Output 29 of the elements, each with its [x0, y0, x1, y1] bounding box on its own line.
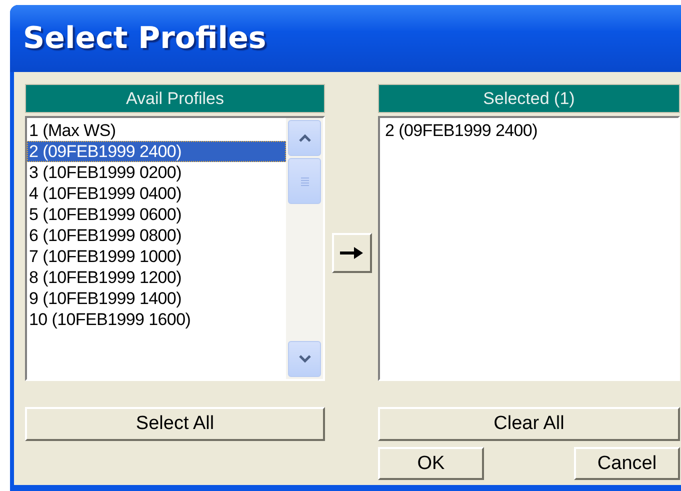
ok-button[interactable]: OK [378, 447, 484, 480]
list-item[interactable]: 6 (10FEB1999 0800) [27, 225, 286, 246]
scroll-up-button[interactable] [288, 120, 321, 156]
list-item[interactable]: 2 (09FEB1999 2400) [27, 141, 286, 162]
list-item[interactable]: 5 (10FEB1999 0600) [27, 204, 286, 225]
list-item[interactable]: 4 (10FEB1999 0400) [27, 183, 286, 204]
profile-list[interactable]: 1 (Max WS) 2 (09FEB1999 2400) 3 (10FEB1999 0200) 4 (10FEB1999 0400) 5 (10FEB1999 0600) 6 (10FEB1999 0800) 7 (10FEB1999 1000) 8 (10FEB1999 1200) 9 (10FEB1999 1400) 10 (10FEB1999 1600) [25, 116, 325, 381]
scroll-down-button[interactable] [288, 341, 321, 377]
window-title: Select Profiles [23, 21, 266, 56]
list-item[interactable]: 2 (09FEB1999 2400) [380, 120, 678, 141]
selected-list[interactable]: 2 (09FEB1999 2400) [378, 116, 680, 381]
clear-all-button[interactable]: Clear All [378, 407, 680, 441]
list-item[interactable]: 10 (10FEB1999 1600) [27, 309, 286, 330]
scrollbar[interactable] [286, 118, 323, 379]
list-header: Selected (1) [378, 84, 680, 113]
up-caret-icon [298, 134, 310, 142]
list-item[interactable]: 9 (10FEB1999 1400) [27, 288, 286, 309]
list-item[interactable]: 7 (10FEB1999 1000) [27, 246, 286, 267]
select-all-button[interactable]: Select All [25, 407, 325, 441]
right-arrow-icon [338, 246, 364, 260]
list-item[interactable]: 1 (Max WS) [27, 120, 286, 141]
grip-icon [300, 176, 310, 186]
list-header: Avail Profiles [25, 84, 325, 113]
scroll-thumb[interactable] [288, 158, 321, 204]
list-item[interactable]: 3 (10FEB1999 0200) [27, 162, 286, 183]
down-caret-icon [298, 355, 310, 363]
list-item[interactable]: 8 (10FEB1999 1200) [27, 267, 286, 288]
add-button[interactable] [332, 232, 372, 272]
cancel-button[interactable]: Cancel [574, 447, 680, 480]
